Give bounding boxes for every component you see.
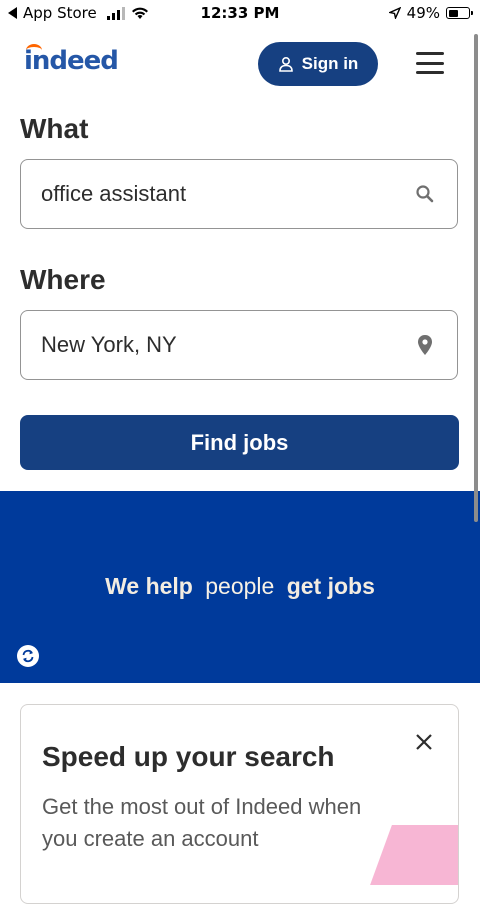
sign-in-label: Sign in	[301, 54, 359, 73]
decorative-shape	[370, 825, 458, 885]
close-icon[interactable]	[413, 731, 435, 753]
promo-card-title: Speed up your search	[42, 741, 335, 772]
promo-card: Speed up your search Get the most out of…	[20, 704, 459, 904]
battery-percent: 49%	[406, 4, 440, 22]
what-input[interactable]: office assistant	[20, 159, 458, 229]
what-label: What	[20, 113, 89, 144]
indeed-logo[interactable]: indeed	[24, 44, 119, 76]
sign-in-button[interactable]: Sign in	[258, 42, 378, 86]
search-icon	[413, 182, 437, 206]
app-header: indeed Sign in	[0, 40, 480, 90]
where-input-value: New York, NY	[41, 332, 177, 357]
promo-card-body: Get the most out of Indeed when you crea…	[42, 794, 362, 851]
find-jobs-button[interactable]: Find jobs	[20, 415, 459, 470]
where-label: Where	[20, 264, 106, 295]
battery-icon	[446, 7, 473, 19]
status-bar: App Store 12:33 PM 49%	[0, 0, 480, 28]
hero-banner: We help people get jobs	[0, 491, 480, 683]
scrollbar[interactable]	[474, 34, 478, 522]
hamburger-menu-icon[interactable]	[416, 52, 444, 74]
where-input[interactable]: New York, NY	[20, 310, 458, 380]
refresh-icon[interactable]	[17, 645, 39, 667]
what-input-value: office assistant	[41, 181, 187, 206]
tagline-part-3: get jobs	[286, 573, 375, 599]
user-icon	[278, 56, 293, 72]
logo-arc-icon	[26, 44, 42, 57]
tagline-part-1: We help	[105, 573, 193, 599]
tagline-part-2: people	[205, 573, 275, 599]
location-pin-icon	[413, 333, 437, 357]
location-arrow-icon	[388, 7, 401, 19]
banner-tagline: We help people get jobs	[0, 573, 480, 600]
